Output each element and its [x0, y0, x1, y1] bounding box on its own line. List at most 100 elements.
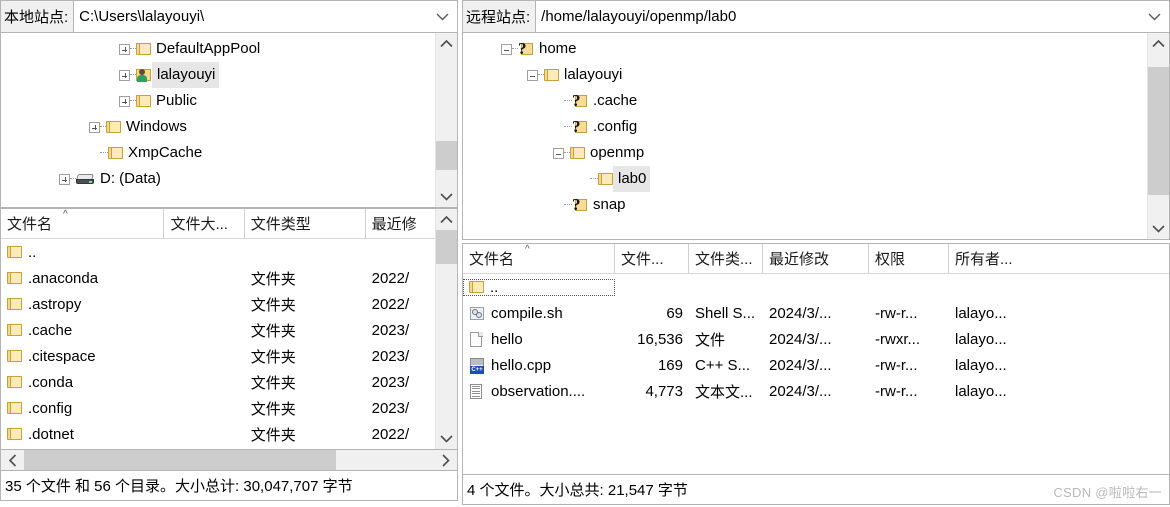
table-row[interactable]: .anaconda 文件夹 2022/ [1, 265, 435, 291]
tree-node[interactable]: ? home [463, 36, 1147, 62]
scroll-up-icon[interactable] [1148, 33, 1169, 54]
cell-filename[interactable]: hello [463, 331, 615, 348]
tree-node[interactable]: DefaultAppPool [1, 36, 435, 62]
cell-filename[interactable]: .anaconda [1, 270, 164, 287]
tree-expander-spacer [553, 122, 564, 133]
local-directory-tree[interactable]: DefaultAppPool lalayouyi Public Windows XmpC… [0, 33, 458, 208]
scroll-down-icon[interactable] [436, 428, 457, 449]
scroll-down-icon[interactable] [436, 186, 457, 207]
tree-node[interactable]: openmp [463, 140, 1147, 166]
tree-expander-spacer [553, 200, 564, 211]
column-header-0[interactable]: 文件名 ^ [1, 209, 165, 238]
remote-file-rows[interactable]: .. compile.sh 69 Shell S... 2024/3/... -rw-r.… [463, 274, 1169, 404]
table-row[interactable]: C++ hello.cpp 169 C++ S... 2024/3/... -rw-r..… [463, 352, 1169, 378]
local-tree-viewport[interactable]: DefaultAppPool lalayouyi Public Windows XmpC… [1, 33, 435, 207]
local-list-scroll-track[interactable] [436, 230, 457, 428]
cell-filename[interactable]: .. [463, 278, 615, 296]
tree-node[interactable]: XmpCache [1, 140, 435, 166]
column-header-label: 所有者... [955, 251, 1013, 268]
chevron-down-icon[interactable] [1139, 13, 1169, 21]
table-row[interactable]: observation.... 4,773 文本文... 2024/3/... -rw-… [463, 378, 1169, 404]
table-row[interactable]: .citespace 文件夹 2023/ [1, 343, 435, 369]
table-row[interactable]: .astropy 文件夹 2022/ [1, 291, 435, 317]
local-file-rows[interactable]: .. .anaconda 文件夹 2022/ .astropy 文件夹 2022/ .cach… [1, 239, 435, 447]
tree-node[interactable]: ? snap [463, 192, 1147, 218]
local-tree-vertical-scrollbar[interactable] [435, 33, 457, 207]
cell-filename[interactable]: observation.... [463, 383, 615, 400]
cell-filename[interactable]: .config [1, 400, 164, 417]
column-header-1[interactable]: 文件大... [164, 209, 245, 238]
scroll-down-icon[interactable] [1148, 218, 1169, 239]
cell-filename[interactable]: C++ hello.cpp [463, 357, 615, 374]
tree-node[interactable]: lab0 [463, 166, 1147, 192]
local-list-scroll-thumb[interactable] [436, 230, 457, 264]
column-header-3[interactable]: 最近修 [366, 209, 435, 238]
table-row[interactable]: .. [1, 239, 435, 265]
table-row[interactable]: .dotnet 文件夹 2022/ [1, 421, 435, 447]
collapse-node-icon[interactable] [527, 69, 538, 81]
local-hscroll-track[interactable] [24, 450, 434, 470]
remote-tree-vertical-scrollbar[interactable] [1147, 33, 1169, 239]
expand-node-icon[interactable] [119, 69, 130, 81]
expand-node-icon[interactable] [59, 173, 70, 185]
collapse-node-icon[interactable] [553, 147, 564, 159]
tree-node[interactable]: ? .config [463, 114, 1147, 140]
local-hscroll-thumb[interactable] [24, 450, 336, 470]
expand-node-icon[interactable] [89, 121, 100, 133]
cell-filename[interactable]: .dotnet [1, 426, 164, 443]
local-tree-scroll-track[interactable] [436, 54, 457, 186]
table-row[interactable]: .config 文件夹 2023/ [1, 395, 435, 421]
local-list-horizontal-scrollbar[interactable] [0, 450, 458, 471]
cell-filename[interactable]: .astropy [1, 296, 164, 313]
remote-tree-scroll-track[interactable] [1148, 54, 1169, 218]
table-row[interactable]: compile.sh 69 Shell S... 2024/3/... -rw-r...… [463, 300, 1169, 326]
local-site-combobox[interactable]: C:\Users\lalayouyi\ [73, 0, 458, 33]
cell-filename[interactable]: .. [1, 244, 164, 261]
column-header-5[interactable]: 所有者... [949, 244, 1039, 273]
expand-node-icon[interactable] [119, 43, 130, 55]
table-row[interactable]: .conda 文件夹 2023/ [1, 369, 435, 395]
tree-node[interactable]: Windows [1, 114, 435, 140]
tree-node[interactable]: lalayouyi [1, 62, 435, 88]
expand-node-icon[interactable] [119, 95, 130, 107]
tree-node[interactable]: Public [1, 88, 435, 114]
chevron-down-icon[interactable] [427, 13, 457, 21]
cell-filename[interactable]: .cache [1, 322, 164, 339]
local-file-list[interactable]: 文件名 ^ 文件大... 文件类型 最近修 .. .anaconda 文件夹 2022/.as… [0, 208, 458, 450]
remote-directory-tree[interactable]: ? home lalayouyi? .cache? .config openmp lab0?… [462, 33, 1170, 240]
column-header-2[interactable]: 文件类型 [245, 209, 366, 238]
column-header-1[interactable]: 文件... [615, 244, 689, 273]
scroll-right-icon[interactable] [434, 450, 457, 470]
column-header-4[interactable]: 权限 [869, 244, 949, 273]
local-list-vertical-scrollbar[interactable] [435, 209, 457, 449]
remote-site-path-value[interactable]: /home/lalayouyi/openmp/lab0 [536, 8, 1139, 25]
collapse-node-icon[interactable] [501, 43, 512, 55]
remote-tree-viewport[interactable]: ? home lalayouyi? .cache? .config openmp lab0?… [463, 33, 1147, 239]
remote-site-combobox[interactable]: /home/lalayouyi/openmp/lab0 [535, 0, 1170, 33]
table-row[interactable]: .. [463, 274, 1169, 300]
scroll-up-icon[interactable] [436, 33, 457, 54]
cell-perms: -rwxr... [875, 330, 920, 348]
local-site-path-value[interactable]: C:\Users\lalayouyi\ [74, 8, 427, 25]
cell-type: 文件夹 [250, 270, 296, 288]
remote-file-list[interactable]: 文件名 ^ 文件... 文件类... 最近修改 权限 所有者... .. compile.sh… [462, 243, 1170, 475]
tree-node[interactable]: ? .cache [463, 88, 1147, 114]
cell-filename[interactable]: compile.sh [463, 305, 615, 322]
local-tree-scroll-thumb[interactable] [436, 141, 457, 171]
local-file-list-header[interactable]: 文件名 ^ 文件大... 文件类型 最近修 [1, 209, 435, 239]
cell-filename[interactable]: .conda [1, 374, 164, 391]
scroll-up-icon[interactable] [436, 209, 457, 230]
table-row[interactable]: hello 16,536 文件 2024/3/... -rwxr... lalayo... [463, 326, 1169, 352]
drive-icon [76, 173, 95, 185]
cell-filename[interactable]: .citespace [1, 348, 164, 365]
table-row[interactable]: .cache 文件夹 2023/ [1, 317, 435, 343]
remote-tree-scroll-thumb[interactable] [1148, 67, 1169, 196]
remote-file-list-header[interactable]: 文件名 ^ 文件... 文件类... 最近修改 权限 所有者... [463, 244, 1169, 274]
tree-node[interactable]: D: (Data) [1, 166, 435, 192]
column-header-3[interactable]: 最近修改 [763, 244, 869, 273]
remote-site-label: 远程站点: [462, 0, 536, 33]
column-header-2[interactable]: 文件类... [689, 244, 763, 273]
scroll-left-icon[interactable] [1, 450, 24, 470]
column-header-0[interactable]: 文件名 ^ [463, 244, 615, 273]
tree-node[interactable]: lalayouyi [463, 62, 1147, 88]
